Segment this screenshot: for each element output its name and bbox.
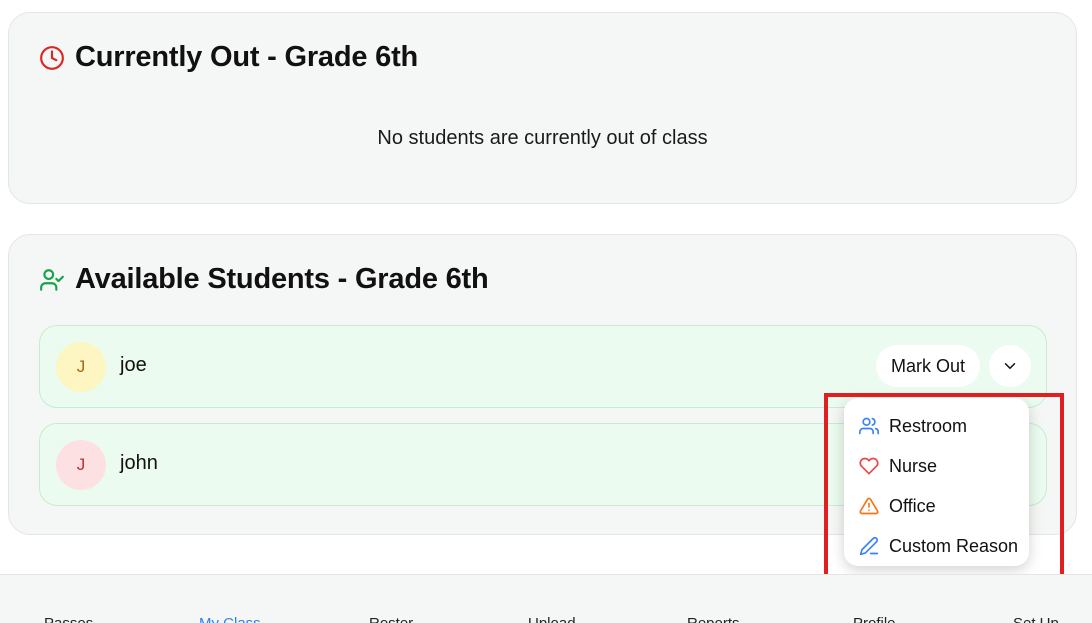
nav-item-reports[interactable]: Reports xyxy=(687,615,740,623)
bottom-nav: Passes My Class Roster Upload Reports Pr… xyxy=(0,574,1092,623)
menu-item-label: Office xyxy=(889,495,936,516)
nav-item-my-class[interactable]: My Class xyxy=(199,615,261,623)
warning-icon xyxy=(859,496,879,516)
pen-icon xyxy=(859,536,879,556)
mark-out-button[interactable]: Mark Out xyxy=(876,345,981,387)
heart-icon xyxy=(859,456,879,476)
nav-item-set-up[interactable]: Set Up xyxy=(1013,615,1059,623)
chevron-down-icon xyxy=(1001,357,1019,375)
nav-item-roster[interactable]: Roster xyxy=(369,615,413,623)
avatar: J xyxy=(56,342,106,392)
menu-item-nurse[interactable]: Nurse xyxy=(844,446,1029,486)
available-students-title: Available Students - Grade 6th xyxy=(75,263,489,295)
student-row[interactable]: J joe Mark Out xyxy=(39,325,1047,408)
nav-item-profile[interactable]: Profile xyxy=(853,615,896,623)
avatar: J xyxy=(56,440,106,490)
reason-dropdown-menu: Restroom Nurse Office Custom Reason xyxy=(844,398,1029,566)
menu-item-office[interactable]: Office xyxy=(844,486,1029,526)
menu-item-label: Custom Reason xyxy=(889,535,1019,556)
user-check-icon xyxy=(39,267,65,293)
student-name: joe xyxy=(120,354,147,376)
menu-item-restroom[interactable]: Restroom xyxy=(844,406,1029,446)
menu-item-label: Restroom xyxy=(889,415,968,436)
currently-out-header: Currently Out - Grade 6th xyxy=(39,41,418,74)
empty-state-message: No students are currently out of class xyxy=(377,127,708,149)
reason-dropdown-toggle[interactable] xyxy=(989,345,1031,387)
nav-item-passes[interactable]: Passes xyxy=(44,615,93,623)
page: Currently Out - Grade 6th No students ar… xyxy=(0,0,1092,623)
clock-icon xyxy=(39,45,65,71)
menu-item-custom-reason[interactable]: Custom Reason xyxy=(844,526,1029,566)
currently-out-title: Currently Out - Grade 6th xyxy=(75,41,419,73)
menu-item-label: Nurse xyxy=(889,455,938,476)
available-students-header: Available Students - Grade 6th xyxy=(39,263,489,296)
nav-item-upload[interactable]: Upload xyxy=(528,615,576,623)
users-icon xyxy=(859,416,879,436)
student-name: john xyxy=(120,452,158,474)
currently-out-card: Currently Out - Grade 6th No students ar… xyxy=(8,12,1077,204)
